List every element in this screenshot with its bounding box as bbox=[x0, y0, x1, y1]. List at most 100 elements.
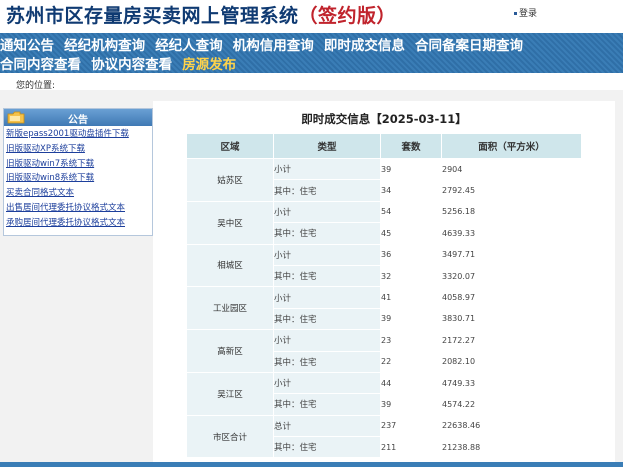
count-cell: 22 bbox=[380, 350, 442, 373]
district-cell: 工业园区 bbox=[186, 286, 274, 331]
count-cell: 34 bbox=[380, 179, 442, 202]
count-cell: 41 bbox=[380, 286, 442, 309]
count-cell: 39 bbox=[380, 157, 442, 181]
area-cell: 3830.71 bbox=[441, 307, 582, 331]
nav-item-realtime-deals[interactable]: 即时成交信息 bbox=[324, 37, 405, 56]
area-cell: 3497.71 bbox=[441, 243, 582, 266]
sidebar-link[interactable]: 出售居间代理委托协议格式文本 bbox=[6, 203, 125, 213]
square-bullet-icon bbox=[514, 12, 517, 15]
district-cell: 吴中区 bbox=[186, 200, 274, 245]
district-cell: 吴江区 bbox=[186, 371, 274, 416]
table-row: 相城区 小计 36 3497.71 bbox=[186, 243, 582, 288]
area-cell: 5256.18 bbox=[441, 200, 582, 224]
nav-bar: 通知公告 经纪机构查询 经纪人查询 机构信用查询 即时成交信息 合同备案日期查询… bbox=[0, 33, 623, 73]
title-edition: （签约版） bbox=[298, 5, 397, 27]
type-cell: 小计 bbox=[273, 157, 381, 181]
sidebar-notices: 公告 新版epass2001驱动盘插件下载 旧版驱动XP系统下载 旧版驱动win… bbox=[3, 108, 153, 236]
type-cell: 小计 bbox=[273, 329, 381, 352]
count-cell: 39 bbox=[380, 393, 442, 416]
login-label: 登录 bbox=[519, 9, 538, 19]
sidebar-item[interactable]: 承购居间代理委托协议格式文本 bbox=[6, 216, 152, 231]
sidebar-item[interactable]: 旧版驱动XP系统下载 bbox=[6, 142, 152, 157]
sidebar-item[interactable]: 买卖合同格式文本 bbox=[6, 186, 152, 201]
count-cell: 237 bbox=[380, 414, 442, 438]
table-row: 姑苏区 小计 39 2904 bbox=[186, 157, 582, 202]
count-cell: 211 bbox=[380, 436, 442, 459]
area-cell: 22638.46 bbox=[441, 414, 582, 438]
area-cell: 4574.22 bbox=[441, 393, 582, 416]
nav-row-1: 通知公告 经纪机构查询 经纪人查询 机构信用查询 即时成交信息 合同备案日期查询 bbox=[0, 35, 528, 54]
type-cell: 小计 bbox=[273, 243, 381, 266]
area-cell: 2172.27 bbox=[441, 329, 582, 352]
main-panel: 即时成交信息【2025-03-11】 区域 类型 套数 面积（平方米） 姑苏区小… bbox=[153, 101, 615, 462]
nav-row-2: 合同内容查看 协议内容查看 房源发布 bbox=[0, 54, 241, 73]
sidebar-title: 公告 bbox=[68, 115, 88, 126]
col-area: 面积（平方米） bbox=[441, 133, 582, 159]
count-cell: 23 bbox=[380, 329, 442, 352]
deals-title: 即时成交信息【2025-03-11】 bbox=[301, 112, 467, 126]
sidebar-link[interactable]: 旧版驱动win7系统下载 bbox=[6, 159, 94, 169]
district-cell: 高新区 bbox=[186, 329, 274, 373]
district-cell: 市区合计 bbox=[186, 414, 274, 459]
login-link[interactable]: 登录 bbox=[514, 6, 537, 19]
type-cell: 小计 bbox=[273, 200, 381, 224]
count-cell: 32 bbox=[380, 264, 442, 288]
count-cell: 45 bbox=[380, 222, 442, 245]
type-cell: 其中：住宅 bbox=[273, 350, 381, 373]
type-cell: 其中：住宅 bbox=[273, 307, 381, 331]
sidebar-item[interactable]: 出售居间代理委托协议格式文本 bbox=[6, 201, 152, 216]
type-cell: 其中：住宅 bbox=[273, 179, 381, 202]
type-cell: 小计 bbox=[273, 286, 381, 309]
district-cell: 姑苏区 bbox=[186, 158, 274, 202]
type-cell: 其中：住宅 bbox=[273, 393, 381, 416]
col-type: 类型 bbox=[273, 133, 381, 159]
table-row: 市区合计 总计 237 22638.46 bbox=[186, 414, 582, 459]
count-cell: 36 bbox=[380, 243, 442, 266]
nav-item-credit-query[interactable]: 机构信用查询 bbox=[233, 37, 314, 56]
area-cell: 2082.10 bbox=[441, 350, 582, 373]
area-cell: 4058.97 bbox=[441, 286, 582, 309]
table-body: 姑苏区 小计 39 2904 其中：住宅 34 2792.45 吴中区 小计 54 5256.18 其… bbox=[186, 157, 582, 459]
area-cell: 4749.33 bbox=[441, 371, 582, 395]
sidebar-link[interactable]: 旧版驱动win8系统下载 bbox=[6, 173, 94, 183]
nav-item-agreement-view[interactable]: 协议内容查看 bbox=[91, 56, 172, 75]
type-cell: 总计 bbox=[273, 414, 381, 438]
page-title: 苏州市区存量房买卖网上管理系统（签约版） bbox=[6, 1, 396, 28]
sidebar-item[interactable]: 旧版驱动win8系统下载 bbox=[6, 171, 152, 186]
title-main: 苏州市区存量房买卖网上管理系统 bbox=[6, 5, 299, 27]
sidebar-link[interactable]: 买卖合同格式文本 bbox=[6, 188, 74, 198]
area-cell: 3320.07 bbox=[441, 264, 582, 288]
table-header-row: 区域 类型 套数 面积（平方米） bbox=[186, 133, 582, 159]
area-cell: 21238.88 bbox=[441, 436, 582, 459]
nav-item-listing-publish[interactable]: 房源发布 bbox=[182, 56, 236, 75]
table-row: 高新区 小计 23 2172.27 bbox=[186, 329, 582, 373]
sidebar-link[interactable]: 承购居间代理委托协议格式文本 bbox=[6, 218, 125, 228]
table-row: 吴江区 小计 44 4749.33 bbox=[186, 371, 582, 416]
sidebar-link[interactable]: 新版epass2001驱动盘插件下载 bbox=[6, 129, 129, 139]
col-count: 套数 bbox=[380, 133, 442, 159]
footer-bar bbox=[0, 462, 623, 467]
area-cell: 2792.45 bbox=[441, 179, 582, 202]
nav-item-filing-date-query[interactable]: 合同备案日期查询 bbox=[415, 37, 523, 56]
area-cell: 4639.33 bbox=[441, 222, 582, 245]
count-cell: 39 bbox=[380, 307, 442, 331]
nav-item-contract-view[interactable]: 合同内容查看 bbox=[0, 56, 81, 75]
type-cell: 其中：住宅 bbox=[273, 264, 381, 288]
sidebar-link[interactable]: 旧版驱动XP系统下载 bbox=[6, 144, 85, 154]
type-cell: 其中：住宅 bbox=[273, 222, 381, 245]
sidebar-item[interactable]: 新版epass2001驱动盘插件下载 bbox=[6, 127, 152, 142]
table-row: 工业园区 小计 41 4058.97 bbox=[186, 286, 582, 331]
count-cell: 54 bbox=[380, 200, 442, 224]
sidebar-list: 新版epass2001驱动盘插件下载 旧版驱动XP系统下载 旧版驱动win7系统… bbox=[4, 126, 152, 231]
header: 苏州市区存量房买卖网上管理系统（签约版） 登录 bbox=[0, 0, 623, 33]
sidebar-item[interactable]: 旧版驱动win7系统下载 bbox=[6, 157, 152, 172]
sidebar-header: 公告 bbox=[4, 109, 152, 126]
col-district: 区域 bbox=[186, 133, 274, 159]
type-cell: 小计 bbox=[273, 371, 381, 395]
count-cell: 44 bbox=[380, 371, 442, 395]
area-cell: 2904 bbox=[441, 157, 582, 181]
deals-table: 区域 类型 套数 面积（平方米） 姑苏区 小计 39 2904 其中：住宅 34 2792.… bbox=[186, 133, 582, 459]
district-cell: 相城区 bbox=[186, 243, 274, 288]
type-cell: 其中：住宅 bbox=[273, 436, 381, 459]
table-row: 吴中区 小计 54 5256.18 bbox=[186, 200, 582, 245]
